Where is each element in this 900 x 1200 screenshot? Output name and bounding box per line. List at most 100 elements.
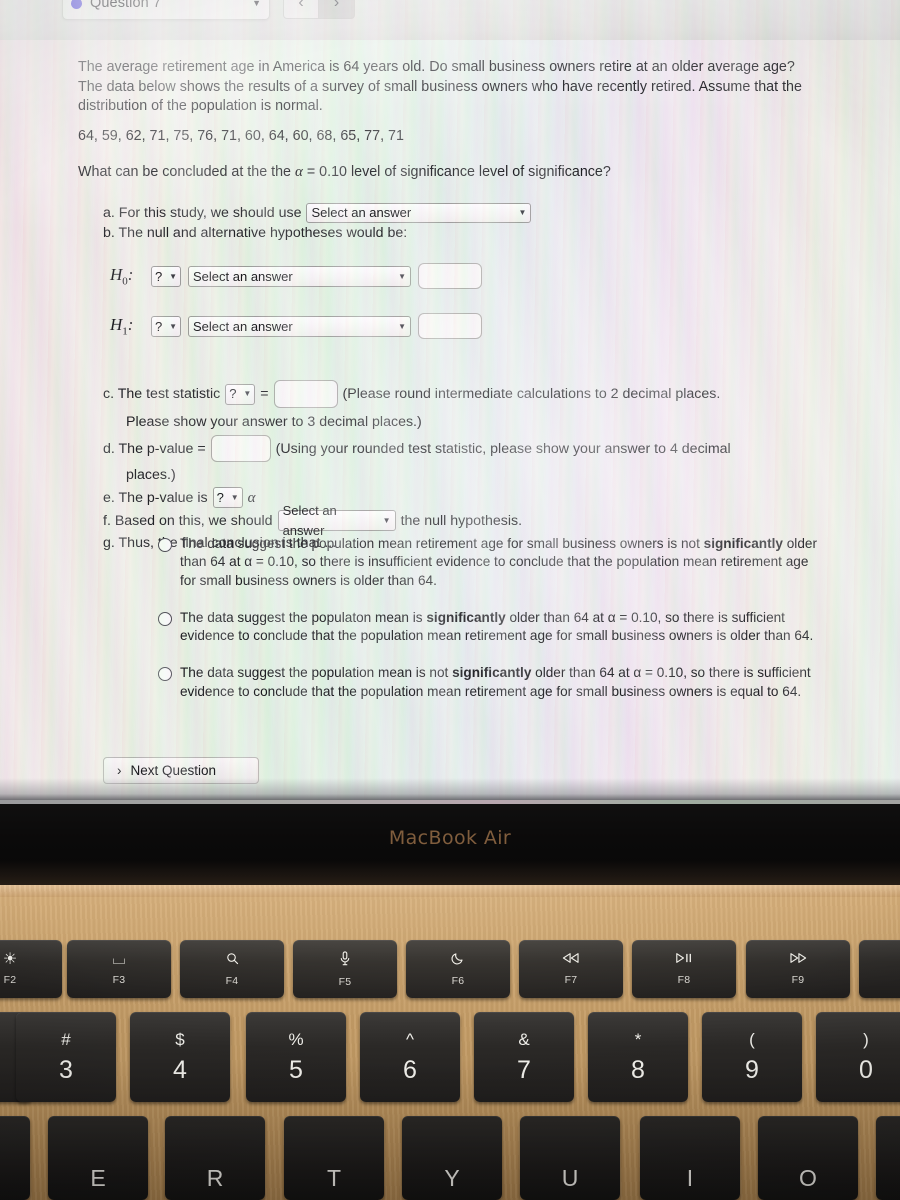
key-f3[interactable]: ⌴ F3 bbox=[67, 940, 171, 998]
question-selector[interactable]: Question 7 ▼ bbox=[62, 0, 270, 20]
moon-icon bbox=[451, 951, 465, 969]
key-o-label: O bbox=[799, 1165, 817, 1191]
h0-value-input[interactable] bbox=[418, 263, 482, 289]
part-d-row: d. The p-value = (Using your rounded tes… bbox=[103, 435, 833, 462]
h1-symbol-select[interactable]: ? ▼ bbox=[151, 315, 181, 337]
part-a-label: a. For this study, we should use bbox=[103, 205, 302, 221]
conclusion-option-2[interactable]: The data suggest the populaton mean is s… bbox=[158, 609, 823, 646]
key-o[interactable]: O bbox=[758, 1116, 858, 1200]
chevron-down-icon: ▼ bbox=[230, 492, 239, 502]
p-value-input[interactable] bbox=[210, 435, 271, 462]
study-type-select-value: Select an answer bbox=[311, 205, 412, 220]
h1-operator-select[interactable]: Select an answer ▼ bbox=[188, 315, 411, 337]
key-f4-label: F4 bbox=[225, 974, 239, 987]
prev-question-button[interactable]: ‹ bbox=[283, 0, 319, 19]
chevron-down-icon: ▼ bbox=[398, 321, 406, 331]
key-0[interactable]: ) 0 bbox=[816, 1012, 900, 1102]
key-0-symbol: ) bbox=[863, 1030, 869, 1049]
h0-symbol-select[interactable]: ? ▼ bbox=[151, 265, 181, 287]
key-f9[interactable]: F9 bbox=[746, 940, 850, 998]
key-4[interactable]: $ 4 bbox=[130, 1012, 230, 1102]
key-7-number: 7 bbox=[517, 1056, 531, 1084]
p-value-comparison-select[interactable]: ? ▼ bbox=[212, 487, 243, 508]
chevron-down-icon: ▼ bbox=[243, 389, 252, 398]
parts-cg: c. The test statistic ? ▼ = (Please roun… bbox=[103, 380, 833, 553]
key-f3-label: F3 bbox=[112, 974, 126, 986]
key-r[interactable]: R bbox=[165, 1116, 265, 1200]
question-prompt-suffix: = 0.10 level of significance level of si… bbox=[302, 164, 611, 180]
question-topbar: Question 7 ▼ ‹ › bbox=[0, 0, 900, 40]
key-3[interactable]: # 3 bbox=[16, 1012, 116, 1102]
part-f-row: f. Based on this, we should Select an an… bbox=[103, 503, 833, 538]
key-i[interactable]: I bbox=[640, 1116, 740, 1200]
part-c-label: c. The test statistic bbox=[103, 386, 221, 402]
question-prompt-prefix: What can be concluded at the the bbox=[78, 164, 295, 180]
part-d-note: (Using your rounded test statistic, plea… bbox=[275, 440, 731, 457]
bezel-reflection bbox=[0, 860, 900, 885]
test-statistic-input[interactable] bbox=[273, 380, 338, 408]
h1-value-input[interactable] bbox=[418, 313, 482, 339]
part-c-equals: = bbox=[260, 386, 269, 402]
key-p[interactable] bbox=[876, 1116, 900, 1200]
part-d-note2: places.) bbox=[126, 467, 176, 483]
key-f7[interactable]: F7 bbox=[519, 940, 623, 998]
key-9[interactable]: ( 9 bbox=[702, 1012, 802, 1102]
key-f2-label: F2 bbox=[3, 974, 17, 986]
laptop-screen: Question 7 ▼ ‹ › The average retirement … bbox=[0, 0, 900, 800]
h1-label: H1: bbox=[110, 314, 134, 338]
key-i-label: I bbox=[686, 1165, 694, 1191]
next-question-cta-label: Next Question bbox=[130, 763, 217, 778]
key-u[interactable]: U bbox=[520, 1116, 620, 1200]
test-statistic-type-value: ? bbox=[229, 386, 237, 401]
question-intro-text: The average retirement age in America is… bbox=[78, 59, 802, 114]
part-c-note2: Please show your answer to 3 decimal pla… bbox=[126, 414, 422, 430]
key-f8[interactable]: F8 bbox=[632, 940, 736, 998]
alpha-symbol: α bbox=[294, 164, 303, 180]
key-f7-label: F7 bbox=[564, 974, 578, 986]
key-y[interactable]: Y bbox=[402, 1116, 502, 1200]
key-4-number: 4 bbox=[173, 1056, 187, 1084]
next-question-button[interactable]: › bbox=[319, 0, 355, 19]
alpha-symbol: α bbox=[247, 489, 256, 506]
key-f8-label: F8 bbox=[677, 974, 691, 986]
key-7[interactable]: & 7 bbox=[474, 1012, 574, 1102]
part-f-label: f. Based on this, we should bbox=[103, 512, 273, 529]
part-e-row: e. The p-value is ? ▼ α bbox=[103, 487, 833, 508]
key-3-number: 3 bbox=[59, 1056, 73, 1084]
key-f5-label: F5 bbox=[338, 975, 352, 988]
key-e-label: E bbox=[90, 1165, 106, 1191]
key-e[interactable]: E bbox=[48, 1116, 148, 1200]
key-f4[interactable]: F4 bbox=[180, 940, 284, 998]
radio-icon[interactable] bbox=[158, 611, 172, 626]
h1-symbol-select-value: ? bbox=[155, 318, 163, 334]
key-f6[interactable]: F6 bbox=[406, 940, 510, 998]
play-pause-icon bbox=[675, 952, 693, 968]
conclusion-option-3[interactable]: The data suggest the population mean is … bbox=[158, 664, 823, 701]
key-f10[interactable] bbox=[859, 940, 900, 998]
study-type-select[interactable]: Select an answer ▼ bbox=[306, 203, 532, 223]
key-8[interactable]: * 8 bbox=[588, 1012, 688, 1102]
conclusion-option-1[interactable]: The data suggest the population mean ret… bbox=[158, 535, 823, 590]
key-8-symbol: * bbox=[634, 1030, 642, 1049]
key-6[interactable]: ^ 6 bbox=[360, 1012, 460, 1102]
brightness-icon: ☀ bbox=[2, 951, 18, 968]
key-f5[interactable]: F5 bbox=[293, 940, 397, 998]
part-c-row: c. The test statistic ? ▼ = (Please roun… bbox=[103, 380, 833, 408]
parts-ab: a. For this study, we should use Select … bbox=[103, 203, 823, 243]
key-t[interactable]: T bbox=[284, 1116, 384, 1200]
h0-operator-select[interactable]: Select an answer ▼ bbox=[188, 265, 411, 287]
key-8-number: 8 bbox=[631, 1056, 645, 1084]
radio-icon[interactable] bbox=[158, 667, 172, 682]
question-nav-group: ‹ › bbox=[283, 0, 355, 19]
test-statistic-type-select[interactable]: ? ▼ bbox=[225, 383, 256, 405]
chevron-down-icon: ▼ bbox=[252, 0, 261, 8]
key-y-label: Y bbox=[444, 1165, 460, 1191]
next-question-cta[interactable]: › Next Question bbox=[103, 757, 259, 784]
radio-icon[interactable] bbox=[158, 538, 172, 552]
decision-select[interactable]: Select an answer ▼ bbox=[277, 503, 396, 538]
mission-control-icon: ⌴ bbox=[112, 951, 126, 968]
key-w[interactable] bbox=[0, 1116, 30, 1200]
key-5[interactable]: % 5 bbox=[246, 1012, 346, 1102]
h0-operator-select-value: Select an answer bbox=[193, 268, 293, 284]
key-f2[interactable]: ☀ F2 bbox=[0, 940, 62, 998]
